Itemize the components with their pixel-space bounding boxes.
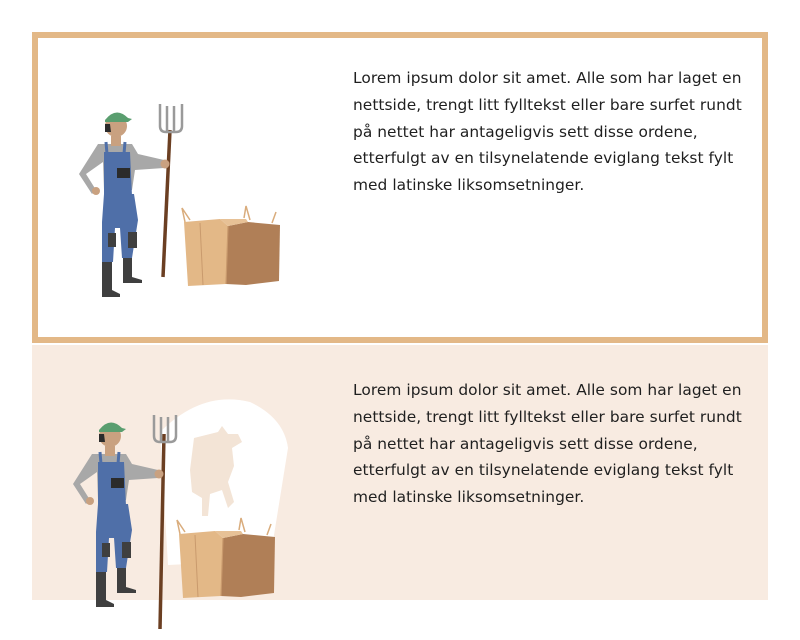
content-card-1[interactable]: Lorem ipsum dolor sit amet. Alle som har… (32, 32, 768, 343)
farmer-illustration (72, 390, 322, 640)
card-paragraph: Lorem ipsum dolor sit amet. Alle som har… (353, 381, 742, 507)
farmer-figure (73, 422, 164, 607)
pitchfork-icon (158, 104, 184, 278)
farmer-figure (79, 112, 170, 297)
card-paragraph: Lorem ipsum dolor sit amet. Alle som har… (353, 69, 742, 195)
farmer-illustration (72, 92, 322, 342)
hay-bale-icon (181, 205, 280, 286)
content-card-2[interactable]: Lorem ipsum dolor sit amet. Alle som har… (32, 345, 768, 630)
